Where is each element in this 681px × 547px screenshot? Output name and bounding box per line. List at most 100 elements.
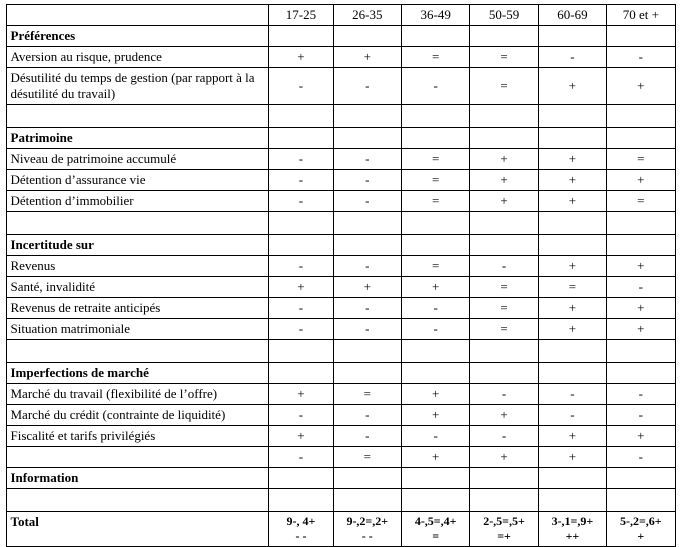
section-header: Préférences [6,26,269,47]
value-cell: - [333,426,401,447]
row-label: Revenus de retraite anticipés [6,298,269,319]
value-cell: = [607,191,675,212]
value-cell: + [470,447,538,468]
value-cell: - [269,256,333,277]
empty-cell [470,235,538,256]
value-cell: - [401,319,469,340]
empty-cell [333,105,401,128]
empty-cell [538,489,606,512]
row-label: Détention d’assurance vie [6,170,269,191]
section-header: Patrimoine [6,128,269,149]
empty-cell [269,235,333,256]
total-cell: 9-, 4+- - [269,512,333,547]
empty-cell [470,363,538,384]
empty-cell [401,212,469,235]
row-label: Marché du travail (flexibilité de l’offr… [6,384,269,405]
section-header: Imperfections de marché [6,363,269,384]
value-cell: + [538,68,606,105]
value-cell: - [269,170,333,191]
value-cell: + [269,277,333,298]
empty-cell [470,489,538,512]
row-label [6,447,269,468]
empty-cell [333,489,401,512]
empty-cell [269,489,333,512]
value-cell: = [401,149,469,170]
value-cell: + [333,47,401,68]
section-header: Incertitude sur [6,235,269,256]
empty-cell [538,128,606,149]
row-label: Aversion au risque, prudence [6,47,269,68]
empty-cell [333,212,401,235]
value-cell: - [269,319,333,340]
total-cell: 2-,5=,5+=+ [470,512,538,547]
empty-cell [607,212,675,235]
value-cell: - [538,405,606,426]
empty-cell [607,105,675,128]
empty-cell [607,26,675,47]
value-cell: - [269,68,333,105]
value-cell: = [401,47,469,68]
empty-cell [607,235,675,256]
value-cell: + [269,426,333,447]
header-blank [6,5,269,26]
blank-label [6,340,269,363]
empty-cell [607,363,675,384]
value-cell: + [538,170,606,191]
value-cell: - [607,47,675,68]
empty-cell [607,468,675,489]
value-cell: = [538,277,606,298]
empty-cell [401,128,469,149]
value-cell: = [470,319,538,340]
empty-cell [538,212,606,235]
total-cell: 5-,2=,6++ [607,512,675,547]
col-50-59: 50-59 [470,5,538,26]
row-label: Situation matrimoniale [6,319,269,340]
value-cell: = [607,149,675,170]
value-cell: - [333,256,401,277]
value-cell: = [401,170,469,191]
empty-cell [538,468,606,489]
value-cell: + [607,256,675,277]
empty-cell [538,235,606,256]
section-footer-label: Information [6,468,269,489]
value-cell: + [538,426,606,447]
empty-cell [333,235,401,256]
empty-cell [269,363,333,384]
total-cell: 9-,2=,2+- - [333,512,401,547]
empty-cell [470,105,538,128]
value-cell: + [269,384,333,405]
value-cell: + [538,319,606,340]
empty-cell [607,128,675,149]
value-cell: + [538,149,606,170]
value-cell: - [269,191,333,212]
value-cell: + [607,298,675,319]
value-cell: - [538,47,606,68]
value-cell: + [470,149,538,170]
empty-cell [269,128,333,149]
value-cell: + [333,277,401,298]
empty-cell [333,340,401,363]
value-cell: - [538,384,606,405]
empty-cell [607,340,675,363]
value-cell: - [269,447,333,468]
value-cell: + [607,319,675,340]
col-17-25: 17-25 [269,5,333,26]
value-cell: - [607,384,675,405]
empty-cell [401,468,469,489]
value-cell: - [333,298,401,319]
total-cell: 3-,1=,9+++ [538,512,606,547]
value-cell: - [333,405,401,426]
empty-cell [333,128,401,149]
value-cell: - [470,256,538,277]
value-cell: = [470,277,538,298]
value-cell: - [333,191,401,212]
empty-cell [470,212,538,235]
value-cell: + [538,256,606,277]
value-cell: - [269,405,333,426]
value-cell: = [470,298,538,319]
empty-cell [470,340,538,363]
value-cell: + [401,384,469,405]
empty-cell [538,340,606,363]
value-cell: = [470,68,538,105]
empty-cell [538,26,606,47]
